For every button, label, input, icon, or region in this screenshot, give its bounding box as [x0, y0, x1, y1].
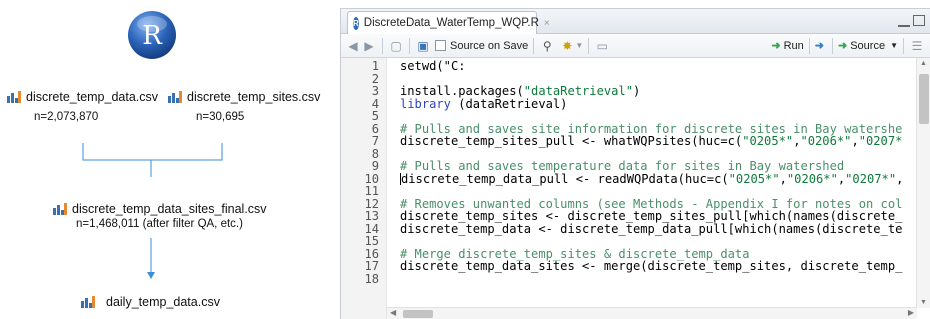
node-count: n=1,468,011 (after filter QA, etc.): [76, 218, 243, 230]
editor-tab[interactable]: R DiscreteData_WaterTemp_WQP.R ×: [347, 11, 550, 34]
code-line[interactable]: 17 discrete_temp_data_sites <- merge(disc…: [341, 260, 930, 273]
search-icon[interactable]: ⚲: [539, 38, 555, 54]
code-token: discrete_temp_data_pull <- readWQPdata(h…: [401, 171, 729, 186]
rerun-arrow-icon: ➜: [814, 40, 824, 52]
minimize-icon[interactable]: [898, 15, 910, 27]
flow-diagram: R discrete_temp_data.csv n=2,073,870 dis…: [0, 0, 340, 319]
csv-node-final: discrete_temp_data_sites_final.csv: [52, 202, 267, 216]
outline-icon[interactable]: ☰: [909, 38, 925, 54]
code-token: setwd("C:: [400, 59, 466, 73]
line-number: 1: [371, 59, 379, 73]
line-number: 11: [364, 184, 379, 198]
code-text: discrete_temp_sites_pull <- whatWQPsites…: [400, 135, 902, 148]
toolbar-divider: [588, 37, 590, 54]
maximize-icon[interactable]: [913, 15, 925, 26]
code-token: library: [400, 96, 451, 111]
vertical-scrollbar[interactable]: ▲ ▼: [916, 58, 930, 308]
source-editor: R DiscreteData_WaterTemp_WQP.R × ◀ ▶ ▢ ▣…: [340, 8, 930, 319]
merge-bracket: [82, 143, 223, 161]
line-number: 5: [371, 109, 379, 123]
toolbar-divider: [903, 37, 904, 54]
code-line[interactable]: 1 setwd("C:: [341, 60, 930, 73]
code-line[interactable]: 18: [341, 271, 930, 286]
toolbar-divider: [533, 37, 535, 54]
csv-file-icon: [53, 203, 67, 215]
code-line[interactable]: 14 discrete_temp_data <- discrete_temp_da…: [341, 221, 930, 236]
line-number: 17: [364, 259, 379, 273]
code-token: "0207*: [858, 134, 903, 148]
magic-wand-icon[interactable]: ✸: [559, 38, 575, 54]
editor-toolbar: ◀ ▶ ▢ ▣ Source on Save ⚲ ✸ ▼ ▭ ➜ Run ➜ ➜…: [341, 34, 930, 58]
code-line[interactable]: 4 library (dataRetrieval): [341, 96, 930, 111]
code-area[interactable]: 1 setwd("C: 2 3 install.packages("dataRetrie…: [341, 58, 930, 319]
scroll-thumb[interactable]: [919, 74, 929, 124]
source-arrow-icon: ➜: [838, 40, 848, 52]
scroll-left-icon[interactable]: ◀: [390, 308, 396, 317]
toolbar-divider: [808, 37, 810, 54]
line-number: 13: [364, 209, 379, 223]
code-token: "0205*": [728, 171, 780, 186]
scroll-down-icon[interactable]: ▼: [920, 299, 927, 306]
connector-lines: [82, 143, 223, 279]
code-line[interactable]: 10 discrete_temp_data_pull <- readWQPdata…: [341, 171, 930, 186]
code-token: "0205*": [742, 134, 794, 148]
code-token: "0206*": [800, 134, 852, 148]
editor-tab-bar: R DiscreteData_WaterTemp_WQP.R ×: [341, 9, 930, 34]
compile-report-icon[interactable]: ▭: [594, 38, 610, 54]
code-text: discrete_temp_data_sites <- merge(discre…: [400, 260, 902, 273]
csv-node-daily: daily_temp_data.csv: [80, 295, 220, 309]
back-arrow-icon[interactable]: ◀: [345, 38, 361, 54]
scroll-right-icon[interactable]: ▶: [908, 308, 914, 317]
source-on-save-label[interactable]: Source on Save: [450, 40, 528, 52]
tab-title: DiscreteData_WaterTemp_WQP.R: [363, 17, 539, 29]
code-token: discrete_temp_data_sites <- merge(discre…: [400, 259, 903, 273]
rerun-button[interactable]: ➜: [815, 39, 827, 52]
code-token: "0206*": [786, 171, 838, 186]
line-number: 3: [371, 84, 379, 98]
save-icon[interactable]: ▣: [415, 38, 431, 54]
source-button[interactable]: ➜ Source ▼: [838, 39, 898, 53]
run-label: Run: [783, 39, 804, 52]
line-number: 18: [364, 271, 379, 286]
csv-file-icon: [81, 296, 95, 308]
toolbar-divider: [382, 37, 383, 54]
code-token: discrete_temp_data <- discrete_temp_data…: [400, 221, 903, 236]
source-label: Source: [850, 39, 886, 52]
node-label: discrete_temp_data_sites_final.csv: [72, 202, 267, 216]
code-text: discrete_temp_data_pull <- readWQPdata(h…: [400, 171, 904, 186]
code-token: discrete_temp_sites_pull <- whatWQPsites…: [400, 134, 743, 148]
source-on-save-checkbox[interactable]: [435, 40, 446, 51]
line-number: 15: [364, 234, 379, 248]
code-text: setwd("C:: [400, 60, 466, 73]
r-file-icon: R: [353, 16, 359, 30]
scroll-thumb[interactable]: [403, 310, 433, 318]
scroll-up-icon[interactable]: ▲: [920, 60, 927, 67]
code-line[interactable]: 7 discrete_temp_sites_pull <- whatWQPsite…: [341, 135, 930, 148]
code-token: ): [633, 84, 641, 98]
code-token: (dataRetrieval): [450, 96, 568, 111]
chevron-down-icon[interactable]: ▼: [575, 38, 583, 54]
code-text: discrete_temp_data <- discrete_temp_data…: [400, 221, 903, 236]
code-token: "0207*": [845, 171, 897, 186]
code-token: ,: [779, 171, 787, 186]
run-button[interactable]: ➜ Run: [771, 39, 804, 53]
toolbar-divider: [409, 37, 410, 54]
code-text: library (dataRetrieval): [400, 96, 568, 111]
window-controls: [898, 15, 925, 27]
code-token: ,: [851, 134, 859, 148]
show-in-window-icon[interactable]: ▢: [388, 38, 404, 54]
tab-close-icon[interactable]: ×: [544, 18, 550, 29]
node-label: daily_temp_data.csv: [106, 295, 220, 309]
code-token: ,: [896, 171, 904, 186]
toolbar-divider: [832, 37, 833, 54]
line-number: 9: [371, 159, 379, 173]
line-number: 7: [371, 134, 379, 148]
run-arrow-icon: ➜: [771, 40, 781, 52]
forward-arrow-icon[interactable]: ▶: [361, 38, 377, 54]
down-arrow-head: [147, 272, 155, 279]
horizontal-scrollbar[interactable]: ◀ ▶: [387, 307, 917, 319]
source-dropdown-icon[interactable]: ▼: [890, 41, 898, 50]
